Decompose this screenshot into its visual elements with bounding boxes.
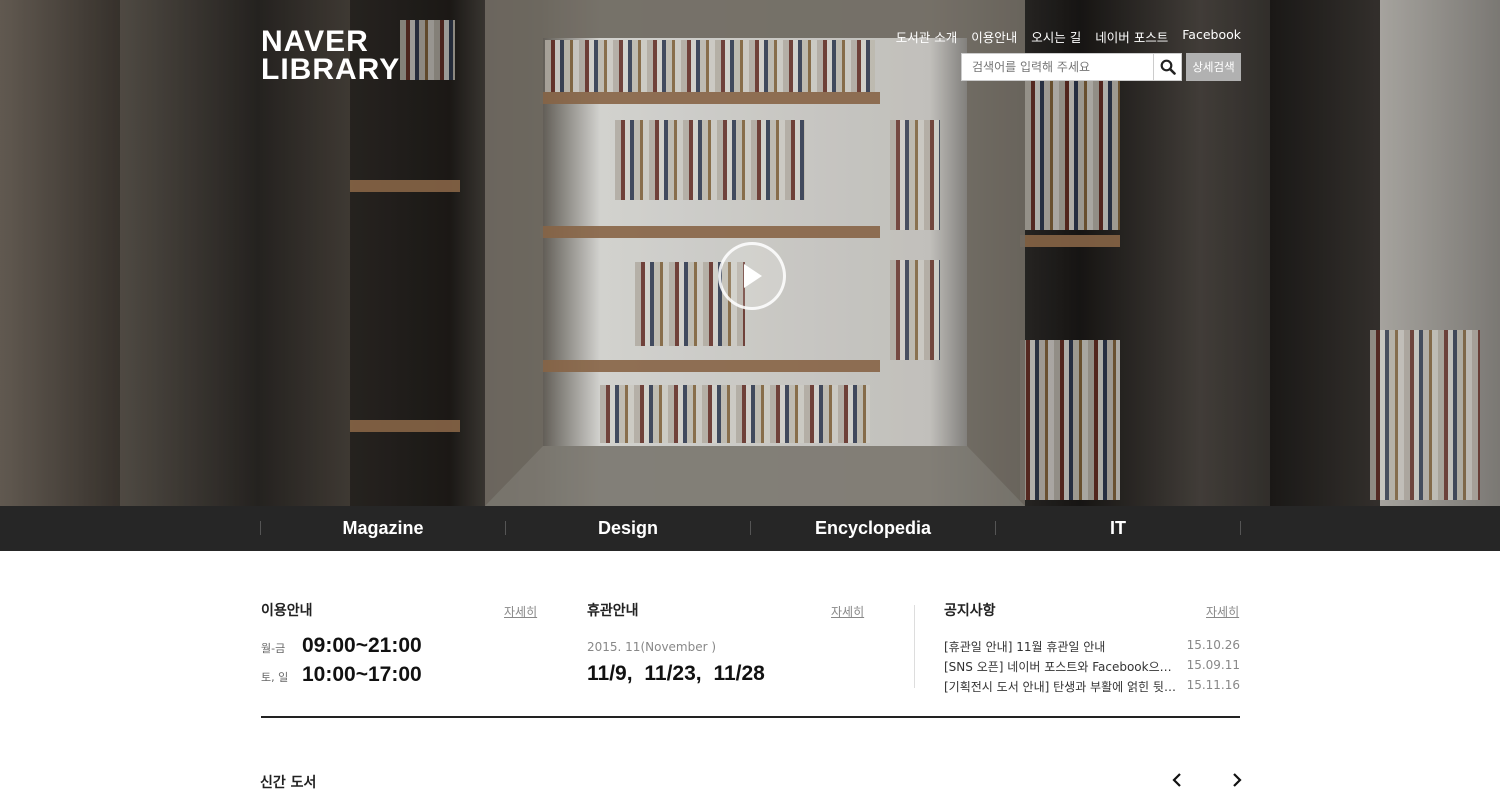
- new-books-title: 신간 도서: [260, 775, 317, 791]
- notices-more-link[interactable]: 자세히: [1206, 603, 1239, 620]
- naver-library-logo[interactable]: NAVER LIBRARY: [261, 25, 401, 86]
- closure-panel: 휴관안내: [587, 600, 639, 620]
- nav-directions[interactable]: 오시는 길: [1031, 27, 1081, 46]
- notice-title[interactable]: [기획전시 도서 안내] 탄생과 부활에 얽힌 뒷이야기: [944, 678, 1176, 695]
- notice-date: 15.09.11: [1186, 658, 1240, 672]
- logo-line-2: LIBRARY: [261, 53, 401, 86]
- info-section: 이용안내 자세히 월-금 09:00~21:00 토, 일 10:00~17:0…: [261, 600, 1240, 718]
- advanced-search-button[interactable]: 상세검색: [1186, 53, 1241, 81]
- prev-button[interactable]: [1167, 770, 1187, 790]
- notice-item: [SNS 오픈] 네이버 포스트와 Facebook으로 만나보세요 15.09…: [944, 658, 1240, 675]
- category-it[interactable]: IT: [995, 518, 1241, 538]
- hours-row-weekday: 월-금 09:00~21:00: [261, 634, 422, 658]
- search-icon: [1160, 59, 1176, 75]
- closure-more-link[interactable]: 자세히: [831, 603, 864, 620]
- category-design[interactable]: Design: [505, 518, 750, 538]
- search-input[interactable]: [961, 53, 1154, 81]
- hours-time: 10:00~17:00: [302, 663, 422, 686]
- search-button[interactable]: [1154, 53, 1182, 81]
- search-bar: 상세검색: [961, 53, 1241, 81]
- closure-title: 휴관안내: [587, 603, 639, 619]
- notices-panel: 공지사항: [944, 600, 996, 620]
- play-icon: [744, 264, 762, 288]
- category-bar: Magazine Design Encyclopedia IT: [0, 506, 1500, 551]
- notices-title: 공지사항: [944, 603, 996, 619]
- chevron-left-icon: [1172, 773, 1181, 787]
- notice-date: 15.11.16: [1186, 678, 1240, 692]
- hours-day: 토, 일: [261, 671, 289, 684]
- category-encyclopedia[interactable]: Encyclopedia: [750, 518, 995, 538]
- notice-item: [휴관일 안내] 11월 휴관일 안내 15.10.26: [944, 638, 1240, 655]
- nav-facebook[interactable]: Facebook: [1182, 27, 1241, 46]
- nav-usage[interactable]: 이용안내: [971, 27, 1017, 46]
- closure-days: 11/9, 11/23, 11/28: [587, 662, 765, 685]
- column-divider: [914, 605, 915, 688]
- hours-day: 월-금: [261, 642, 286, 655]
- chevron-right-icon: [1233, 773, 1242, 787]
- logo-line-1: NAVER: [261, 25, 369, 58]
- nav-naver-post[interactable]: 네이버 포스트: [1095, 27, 1168, 46]
- nav-about[interactable]: 도서관 소개: [896, 27, 957, 46]
- notice-title[interactable]: [SNS 오픈] 네이버 포스트와 Facebook으로 만나보세요: [944, 658, 1176, 675]
- top-navigation: 도서관 소개 이용안내 오시는 길 네이버 포스트 Facebook: [896, 27, 1241, 46]
- next-button[interactable]: [1227, 770, 1247, 790]
- usage-title: 이용안내: [261, 603, 313, 619]
- closure-month: 2015. 11(November ): [587, 640, 717, 654]
- notice-item: [기획전시 도서 안내] 탄생과 부활에 얽힌 뒷이야기 15.11.16: [944, 678, 1240, 695]
- notice-title[interactable]: [휴관일 안내] 11월 휴관일 안내: [944, 638, 1176, 655]
- category-magazine[interactable]: Magazine: [260, 518, 505, 538]
- notice-date: 15.10.26: [1186, 638, 1240, 652]
- hours-row-weekend: 토, 일 10:00~17:00: [261, 663, 422, 687]
- hours-time: 09:00~21:00: [302, 634, 422, 657]
- play-button[interactable]: [718, 242, 786, 310]
- usage-panel: 이용안내: [261, 600, 539, 620]
- usage-more-link[interactable]: 자세히: [504, 603, 537, 620]
